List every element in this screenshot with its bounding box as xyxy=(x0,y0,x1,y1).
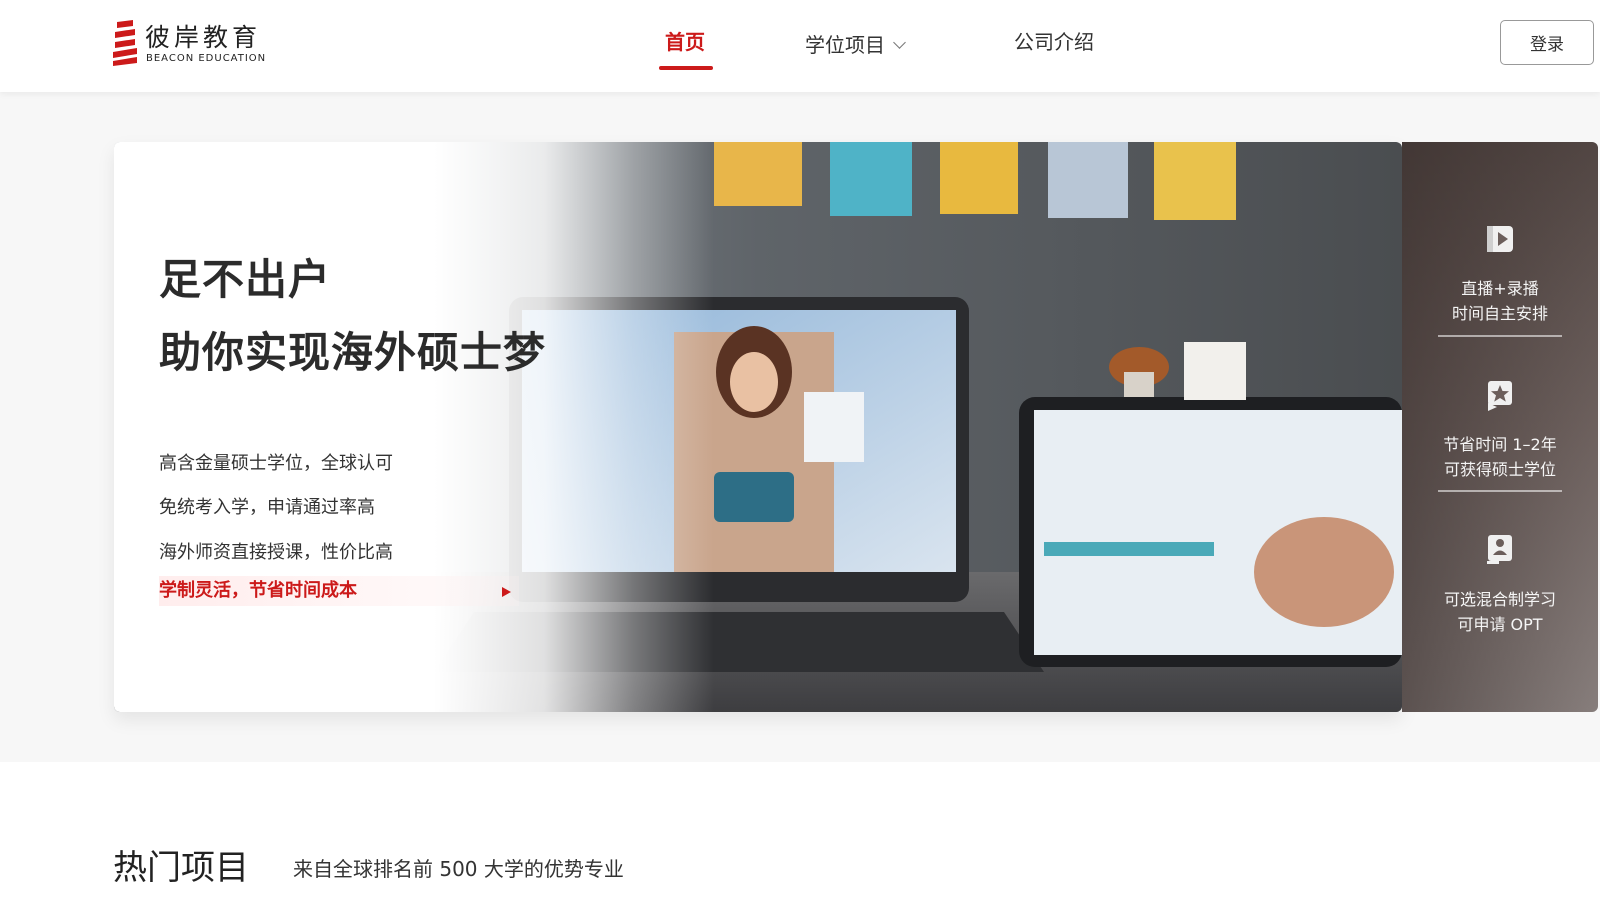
side-item-live-recorded[interactable]: 直播+录播 时间自主安排 xyxy=(1402,220,1598,326)
brand-name-en: BEACON EDUCATION xyxy=(146,53,267,64)
login-button[interactable]: 登录 xyxy=(1500,20,1594,65)
chevron-down-icon xyxy=(893,36,906,49)
side-divider xyxy=(1438,490,1562,492)
feature-side-panel: 直播+录播 时间自主安排 节省时间 1–2年 可获得硕士学位 可选混合制学习 可… xyxy=(1402,142,1598,712)
nav-item-programs[interactable]: 学位项目 xyxy=(805,29,906,58)
nav-active-indicator xyxy=(659,66,713,70)
nav-item-about[interactable]: 公司介绍 xyxy=(1014,26,1094,55)
nav-item-label: 公司介绍 xyxy=(1014,30,1094,54)
nav-item-home[interactable]: 首页 xyxy=(665,26,705,55)
star-badge-icon xyxy=(1488,381,1512,411)
hot-section-subtitle: 来自全球排名前 500 大学的优势专业 xyxy=(293,857,624,881)
nav-item-label: 学位项目 xyxy=(805,33,885,57)
learner-icon xyxy=(1487,535,1512,564)
site-header: 彼岸教育 BEACON EDUCATION 首页 学位项目 公司介绍 登录 xyxy=(0,0,1600,92)
hero-feature-label: 学制灵活，节省时间成本 xyxy=(159,580,357,601)
side-item-line: 节省时间 1–2年 xyxy=(1443,435,1557,454)
brand-logo[interactable]: 彼岸教育 BEACON EDUCATION xyxy=(113,18,273,68)
hero-feature-item[interactable]: 高含金量硕士学位，全球认可 xyxy=(159,449,393,475)
side-item-line: 时间自主安排 xyxy=(1451,304,1548,323)
hero-feature-item[interactable]: 免统考入学，申请通过率高 xyxy=(159,493,375,519)
hero-feature-item[interactable]: 海外师资直接授课，性价比高 xyxy=(159,538,393,564)
nav-item-label: 首页 xyxy=(665,30,705,54)
hero-feature-item-active[interactable]: 学制灵活，节省时间成本 xyxy=(159,576,519,606)
side-item-line: 可申请 OPT xyxy=(1457,615,1543,634)
logo-mark-icon xyxy=(113,20,137,66)
side-item-line: 直播+录播 xyxy=(1461,279,1539,298)
side-divider xyxy=(1438,335,1562,337)
hero-fade-overlay xyxy=(114,142,1402,712)
play-arrow-icon xyxy=(502,587,511,597)
side-item-line: 可选混合制学习 xyxy=(1443,590,1556,609)
brand-name-cn: 彼岸教育 xyxy=(145,23,262,52)
side-item-hybrid-opt[interactable]: 可选混合制学习 可申请 OPT xyxy=(1402,531,1598,637)
hero-title-line2: 助你实现海外硕士梦 xyxy=(159,328,547,377)
video-play-icon xyxy=(1487,226,1513,252)
hero-title-line1: 足不出户 xyxy=(159,255,332,304)
hero-banner: 足不出户 助你实现海外硕士梦 高含金量硕士学位，全球认可 免统考入学，申请通过率… xyxy=(114,142,1402,712)
side-item-line: 可获得硕士学位 xyxy=(1443,460,1556,479)
side-item-save-time[interactable]: 节省时间 1–2年 可获得硕士学位 xyxy=(1402,376,1598,482)
hot-section-title: 热门项目 xyxy=(113,848,249,888)
